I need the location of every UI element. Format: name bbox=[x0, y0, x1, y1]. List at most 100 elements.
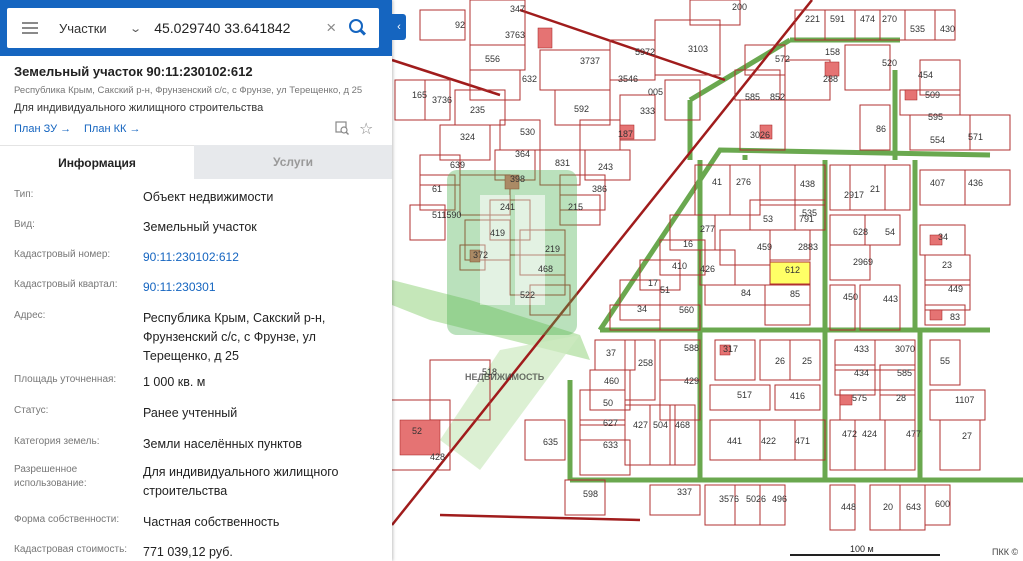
parcel-label: 448 bbox=[841, 502, 856, 512]
parcel-label: 477 bbox=[906, 429, 921, 439]
parcel-label: 21 bbox=[870, 184, 880, 194]
parcel-label: 243 bbox=[598, 162, 613, 172]
detail-label: Разрешенное использование: bbox=[14, 464, 87, 489]
parcel-label: 427 bbox=[633, 420, 648, 430]
parcel-label: 3576 bbox=[719, 494, 739, 504]
parcel-label: 215 bbox=[568, 202, 583, 212]
menu-icon[interactable] bbox=[22, 22, 38, 34]
close-icon[interactable]: × bbox=[326, 18, 336, 38]
parcel-label: 639 bbox=[450, 160, 465, 170]
parcel-label: 3546 bbox=[618, 74, 638, 84]
parcel-label: 219 bbox=[545, 244, 560, 254]
tab-services[interactable]: Услуги bbox=[194, 145, 392, 179]
parcel-label: 632 bbox=[522, 74, 537, 84]
parcel-label: 430 bbox=[940, 24, 955, 34]
parcel-label: 16 bbox=[683, 239, 693, 249]
parcel-label: 441 bbox=[727, 436, 742, 446]
detail-value: Ранее учтенный bbox=[143, 406, 238, 420]
parcel-label: 791 bbox=[799, 214, 814, 224]
parcel-label: 23 bbox=[942, 260, 952, 270]
parcel-label: 518 bbox=[482, 367, 497, 377]
parcel-label: 517 bbox=[737, 390, 752, 400]
parcel-label: 52 bbox=[412, 426, 422, 436]
attribution[interactable]: ПКК © bbox=[992, 547, 1018, 557]
watermark-text: НЕДВИЖИМОСТЬ bbox=[465, 372, 545, 382]
parcel-label: 41 bbox=[712, 177, 722, 187]
parcel-label: 504 bbox=[653, 420, 668, 430]
detail-value: Земельный участок bbox=[143, 220, 257, 234]
parcel-label: 450 bbox=[843, 292, 858, 302]
purpose-text: Для индивидуального жилищного строительс… bbox=[14, 102, 264, 114]
parcel-label: 28 bbox=[896, 393, 906, 403]
page-title: Земельный участок 90:11:230102:612 bbox=[14, 64, 253, 79]
parcel-label: 270 bbox=[882, 14, 897, 24]
parcel-label: 1107 bbox=[955, 395, 974, 405]
star-icon[interactable]: ☆ bbox=[359, 119, 373, 139]
parcel-label: 571 bbox=[968, 132, 983, 142]
search-icon[interactable] bbox=[348, 18, 368, 38]
parcel-label: 530 bbox=[520, 127, 535, 137]
parcel-label: 50 bbox=[603, 398, 613, 408]
plan-zu-link[interactable]: План ЗУ → bbox=[14, 123, 71, 135]
layer-select[interactable]: Участки bbox=[59, 21, 125, 36]
parcel-label: 426 bbox=[700, 264, 715, 274]
parcel-label: 612 bbox=[785, 265, 800, 275]
parcel-label: 429 bbox=[684, 376, 699, 386]
parcel-label: 288 bbox=[823, 74, 838, 84]
parcel-label: 84 bbox=[741, 288, 751, 298]
parcel-label: 3736 bbox=[432, 95, 452, 105]
parcel-label: 496 bbox=[772, 494, 787, 504]
parcel-label: 34 bbox=[938, 232, 948, 242]
parcel-label: 364 bbox=[515, 149, 530, 159]
parcel-label: 86 bbox=[876, 124, 886, 134]
parcel-label: 588 bbox=[684, 343, 699, 353]
parcel-label: 333 bbox=[640, 106, 655, 116]
parcel-label: 2969 bbox=[853, 257, 873, 267]
info-panel: Участки ⌄ 45.029740 33.641842 × Земельны… bbox=[0, 0, 392, 561]
parcel-label: 424 bbox=[862, 429, 877, 439]
parcel-label: 51 bbox=[660, 285, 670, 295]
plan-kk-link[interactable]: План КК → bbox=[84, 123, 140, 135]
detail-value: Для индивидуального жилищного строительс… bbox=[143, 465, 339, 498]
detail-value: Республика Крым, Сакский р-н, Фрунзенски… bbox=[143, 311, 326, 363]
cadastral-number-link[interactable]: 90:11:230102:612 bbox=[143, 248, 383, 267]
measure-icon[interactable] bbox=[335, 121, 349, 135]
detail-value: 1 000 кв. м bbox=[143, 375, 206, 389]
parcel-label: 386 bbox=[592, 184, 607, 194]
tab-information[interactable]: Информация bbox=[0, 145, 194, 180]
scale-label: 100 м bbox=[850, 544, 874, 554]
parcel-label: 554 bbox=[930, 135, 945, 145]
parcel-label: 005 bbox=[648, 87, 663, 97]
parcel-label: 61 bbox=[432, 184, 442, 194]
parcel-label: 317 bbox=[723, 344, 738, 354]
parcel-label: 591 bbox=[830, 14, 845, 24]
parcel-label: 585 bbox=[897, 368, 912, 378]
parcel-label: 422 bbox=[761, 436, 776, 446]
chevron-down-icon[interactable]: ⌄ bbox=[129, 22, 142, 35]
parcel-label: 3737 bbox=[580, 56, 600, 66]
parcel-label: 34 bbox=[637, 304, 647, 314]
detail-label: Площадь уточненная: bbox=[14, 374, 117, 385]
parcel-label: 158 bbox=[825, 47, 840, 57]
parcel-label: 3026 bbox=[750, 130, 770, 140]
parcel-label: 443 bbox=[883, 294, 898, 304]
parcel-label: 635 bbox=[543, 437, 558, 447]
parcel-label: 5026 bbox=[746, 494, 766, 504]
tab-bar: Информация Услуги bbox=[0, 145, 392, 180]
parcel-label: 276 bbox=[736, 177, 751, 187]
cadastral-quarter-link[interactable]: 90:11:230301 bbox=[143, 278, 383, 297]
search-box: Участки ⌄ 45.029740 33.641842 × bbox=[7, 8, 379, 48]
parcel-label: 468 bbox=[675, 420, 690, 430]
parcel-label: 25 bbox=[802, 356, 812, 366]
detail-value: Частная собственность bbox=[143, 515, 280, 529]
parcel-label: 20 bbox=[883, 502, 893, 512]
parcel-label: 436 bbox=[968, 178, 983, 188]
parcel-label: 509 bbox=[925, 90, 940, 100]
parcel-label: 398 bbox=[510, 174, 525, 184]
parcel-label: 37 bbox=[606, 348, 616, 358]
collapse-panel-button[interactable]: ‹ bbox=[392, 14, 406, 40]
detail-label: Кадастровая стоимость: bbox=[14, 544, 128, 555]
search-input[interactable]: 45.029740 33.641842 bbox=[154, 20, 314, 36]
parcel-label: 572 bbox=[775, 54, 790, 64]
parcel-label: 3763 bbox=[505, 30, 525, 40]
